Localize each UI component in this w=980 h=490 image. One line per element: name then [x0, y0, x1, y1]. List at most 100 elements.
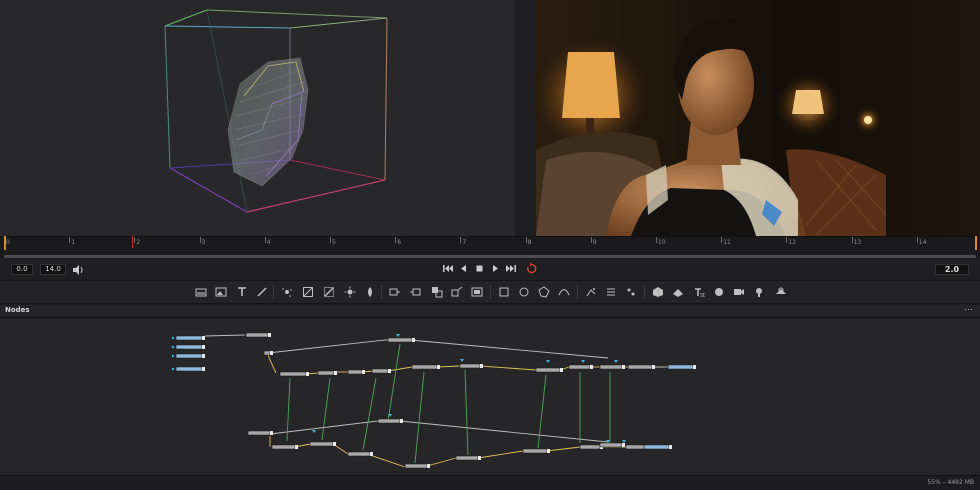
time-ruler[interactable]: 0 1 2 3 4 5 6 7 8 9 10 11 12 13 14	[0, 236, 980, 250]
loader-node[interactable]	[643, 444, 670, 450]
node-output[interactable]	[270, 351, 273, 355]
node-output[interactable]	[334, 371, 337, 375]
tool-node[interactable]	[377, 418, 401, 424]
tool-node[interactable]	[411, 364, 438, 370]
tool-node[interactable]	[271, 444, 296, 450]
node-input-arrow[interactable]	[460, 359, 464, 362]
tool-node[interactable]	[279, 371, 307, 377]
time-range-scrollbar[interactable]	[4, 255, 976, 258]
shape-3d-icon[interactable]	[652, 286, 664, 298]
render-range-start[interactable]	[4, 236, 6, 250]
tool-node[interactable]	[599, 364, 623, 370]
node-output[interactable]	[478, 456, 481, 460]
node-input-arrow[interactable]	[172, 354, 175, 358]
tool-node[interactable]	[245, 332, 269, 338]
node-output[interactable]	[560, 368, 563, 372]
node-output[interactable]	[388, 369, 391, 373]
node-output[interactable]	[362, 370, 365, 374]
blur-icon[interactable]	[364, 286, 376, 298]
image-icon[interactable]	[215, 286, 227, 298]
tool-node[interactable]	[247, 430, 271, 436]
loop-button[interactable]	[525, 262, 538, 275]
tool-node[interactable]	[535, 367, 561, 373]
node-input-arrow[interactable]	[312, 430, 316, 433]
bspline-mask-icon[interactable]	[558, 286, 570, 298]
tool-node[interactable]	[387, 337, 413, 343]
tool-node[interactable]	[263, 350, 271, 356]
camera-3d-icon[interactable]	[733, 286, 745, 298]
node-input-arrow[interactable]	[581, 360, 585, 363]
text-3d-icon[interactable]: 3D	[693, 286, 705, 298]
node-output[interactable]	[437, 365, 440, 369]
node-output[interactable]	[412, 338, 415, 342]
step-back-button[interactable]	[457, 262, 470, 275]
tool-node[interactable]	[459, 363, 481, 369]
node-output[interactable]	[202, 336, 205, 340]
audio-icon[interactable]	[72, 263, 84, 281]
go-to-end-button[interactable]	[505, 262, 518, 275]
brightness-icon[interactable]	[344, 286, 356, 298]
color-corrector-icon[interactable]	[323, 286, 335, 298]
node-output[interactable]	[202, 367, 205, 371]
current-time-field[interactable]: 0.0	[11, 264, 33, 275]
node-output[interactable]	[547, 449, 550, 453]
mask-icon[interactable]	[471, 286, 483, 298]
rectangle-mask-icon[interactable]	[498, 286, 510, 298]
tool-node[interactable]	[347, 451, 371, 457]
node-input-arrow[interactable]	[546, 360, 550, 363]
loader-node[interactable]	[175, 366, 203, 372]
nodes-options-menu[interactable]: ⋯	[964, 304, 973, 315]
tool-node[interactable]	[579, 444, 601, 450]
node-input-arrow[interactable]	[172, 336, 175, 340]
particle-emitter-icon[interactable]	[281, 286, 293, 298]
render-range-end[interactable]	[975, 236, 977, 250]
render-3d-icon[interactable]	[713, 286, 725, 298]
node-output[interactable]	[400, 419, 403, 423]
node-input-arrow[interactable]	[396, 334, 400, 337]
light-3d-icon[interactable]	[753, 286, 765, 298]
duration-field[interactable]: 14.0	[40, 264, 66, 275]
node-input-arrow[interactable]	[172, 367, 175, 371]
node-output[interactable]	[370, 452, 373, 456]
tool-node[interactable]	[627, 364, 653, 370]
viewer-left[interactable]	[0, 0, 515, 236]
background-icon[interactable]	[195, 286, 207, 298]
loader-node[interactable]	[667, 364, 694, 370]
node-output[interactable]	[693, 365, 696, 369]
merge-icon[interactable]	[431, 286, 443, 298]
tool-node[interactable]	[568, 364, 591, 370]
tool-node[interactable]	[309, 441, 334, 447]
node-output[interactable]	[295, 445, 298, 449]
node-output[interactable]	[480, 364, 483, 368]
node-output[interactable]	[306, 372, 309, 376]
tool-node[interactable]	[347, 369, 363, 375]
viewer-right[interactable]	[536, 0, 980, 236]
text-icon[interactable]	[236, 286, 248, 298]
node-input-arrow[interactable]	[622, 440, 626, 443]
node-graph[interactable]	[0, 319, 980, 475]
viewer-divider[interactable]	[515, 0, 536, 236]
gradient-icon[interactable]	[302, 286, 314, 298]
node-input-arrow[interactable]	[172, 345, 175, 349]
tool-node[interactable]	[404, 463, 428, 469]
node-output[interactable]	[202, 354, 205, 358]
paint-icon[interactable]	[256, 286, 268, 298]
node-output[interactable]	[427, 464, 430, 468]
node-output[interactable]	[590, 365, 593, 369]
ellipse-mask-icon[interactable]	[518, 286, 530, 298]
stop-button[interactable]	[473, 262, 486, 275]
tool-node[interactable]	[371, 368, 389, 374]
node-input-arrow[interactable]	[614, 360, 618, 363]
transform-icon[interactable]	[451, 286, 463, 298]
loader-node[interactable]	[175, 335, 203, 341]
play-button[interactable]	[489, 262, 502, 275]
loader-node[interactable]	[175, 344, 203, 350]
tool-node[interactable]	[599, 442, 623, 448]
particle-render-icon[interactable]	[585, 286, 597, 298]
saver-icon[interactable]	[409, 286, 421, 298]
node-output[interactable]	[622, 443, 625, 447]
node-output[interactable]	[622, 365, 625, 369]
render-frame-field[interactable]: 2.0	[935, 264, 969, 275]
node-output[interactable]	[270, 431, 273, 435]
loader-icon[interactable]	[389, 286, 401, 298]
